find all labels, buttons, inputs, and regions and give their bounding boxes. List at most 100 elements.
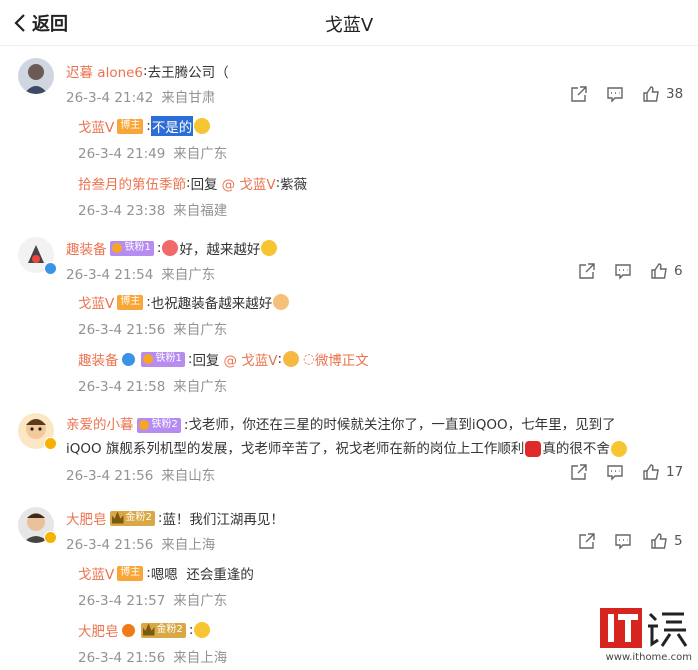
reply-text-line: 戈蓝V 博主 : 不是的 bbox=[78, 116, 211, 136]
reply-text-line: 大肥皂 金粉2 : bbox=[78, 620, 211, 640]
fan-badge: 铁粉2 bbox=[136, 417, 181, 433]
fist-emoji-icon bbox=[283, 351, 300, 367]
comment-meta: 26-3-4 21:56 来自山东 bbox=[66, 464, 215, 484]
timestamp: 26-3-4 21:58 bbox=[78, 379, 166, 395]
reply-meta: 26-3-4 23:38 来自福建 bbox=[78, 199, 227, 219]
verified-badge-icon bbox=[44, 437, 57, 450]
username[interactable]: 大肥皂 bbox=[66, 508, 107, 528]
username[interactable]: 拾叁月的第伍季節 bbox=[78, 173, 186, 193]
reply-text-line: 戈蓝V 博主 : 嗯嗯 还会重逢的 bbox=[78, 563, 254, 583]
location: 来自上海 bbox=[161, 537, 216, 553]
username[interactable]: 戈蓝V bbox=[78, 116, 114, 136]
username[interactable]: 趣装备 bbox=[78, 349, 119, 369]
timestamp: 26-3-4 23:38 bbox=[78, 203, 166, 219]
username[interactable]: 戈蓝V bbox=[78, 292, 114, 312]
mention[interactable]: @ 戈蓝V bbox=[222, 173, 276, 193]
verified-badge-icon bbox=[121, 352, 135, 366]
weibo-link-icon: ◌ bbox=[303, 351, 315, 367]
verified-badge-icon bbox=[44, 531, 57, 544]
gold-fan-badge: 金粉2 bbox=[140, 622, 186, 638]
host-badge: 博主 bbox=[117, 118, 144, 134]
like-count: 6 bbox=[674, 263, 683, 279]
comment-meta: 26-3-4 21:54 来自广东 bbox=[66, 263, 215, 283]
like-icon[interactable] bbox=[650, 262, 668, 280]
reply-word: 回复 bbox=[192, 353, 220, 369]
fan-badge: 铁粉1 bbox=[140, 351, 185, 367]
comment-text-line1: 戈老师，你还在三星的时候就关注你了，一直到iQOO，七年里，见到了 bbox=[188, 417, 616, 433]
comment-text: 好，越来越好 bbox=[179, 242, 261, 258]
location: 来自上海 bbox=[173, 650, 228, 666]
comment-text: 蓝！我们江湖再见！ bbox=[162, 512, 284, 528]
location: 来自广东 bbox=[161, 267, 216, 283]
comment-text-line: 大肥皂 金粉2 : 蓝！我们江湖再见！ bbox=[66, 508, 284, 528]
fan-badge: 铁粉1 bbox=[109, 240, 154, 256]
comment-text-line2: iQOO 旗舰系列机型的发展，戈老师辛苦了，祝戈老师在新的岗位上工作顺利 bbox=[66, 441, 525, 457]
location: 来自广东 bbox=[173, 593, 228, 609]
comment-text-line: 趣装备 铁粉1 : 好，越来越好 bbox=[66, 238, 278, 258]
comment-icon[interactable] bbox=[614, 532, 632, 550]
comment-icon[interactable] bbox=[606, 463, 624, 481]
timestamp: 26-3-4 21:49 bbox=[78, 146, 166, 162]
location: 来自山东 bbox=[161, 468, 216, 484]
timestamp: 26-3-4 21:56 bbox=[66, 468, 154, 484]
location: 来自广东 bbox=[173, 379, 228, 395]
ithome-logo bbox=[600, 604, 690, 650]
reply-word: 回复 bbox=[190, 177, 218, 193]
username[interactable]: 戈蓝V bbox=[78, 563, 114, 583]
page-title: 戈蓝V bbox=[324, 15, 374, 36]
comment-icon[interactable] bbox=[614, 262, 632, 280]
pray-emoji-icon bbox=[273, 294, 290, 310]
reply-text-line: 趣装备 铁粉1 : 回复 @ 戈蓝V: ◌ 微博正文 bbox=[78, 349, 369, 369]
reply-text: 也祝趣装备越来越好 bbox=[150, 296, 273, 312]
host-badge: 博主 bbox=[117, 294, 144, 310]
watermark-url: www.ithome.com bbox=[605, 652, 692, 663]
gold-fan-badge: 金粉2 bbox=[109, 510, 155, 526]
avatar[interactable] bbox=[18, 58, 54, 94]
weibo-post-link[interactable]: 微博正文 bbox=[315, 349, 369, 369]
share-icon[interactable] bbox=[578, 532, 596, 550]
top-bar: 返回 戈蓝V bbox=[0, 0, 698, 46]
mention[interactable]: @ 戈蓝V bbox=[223, 349, 277, 369]
reply-text: 紫薇 bbox=[280, 177, 308, 193]
like-icon[interactable] bbox=[650, 532, 668, 550]
heart-emoji-icon bbox=[525, 441, 542, 457]
verified-badge-icon bbox=[44, 262, 57, 275]
verified-badge-icon bbox=[121, 623, 135, 637]
comment-meta: 26-3-4 21:42 来自甘肃 bbox=[66, 86, 215, 106]
like-count: 17 bbox=[666, 464, 684, 480]
timestamp: 26-3-4 21:56 bbox=[78, 322, 166, 338]
like-icon[interactable] bbox=[642, 85, 660, 103]
timestamp: 26-3-4 21:54 bbox=[66, 267, 154, 283]
reply-meta: 26-3-4 21:57 来自广东 bbox=[78, 589, 227, 609]
timestamp: 26-3-4 21:57 bbox=[78, 593, 166, 609]
share-icon[interactable] bbox=[578, 262, 596, 280]
username[interactable]: 迟暮 alone6 bbox=[66, 61, 143, 81]
reply-text-line: 拾叁月的第伍季節: 回复 @ 戈蓝V: 紫薇 bbox=[78, 173, 308, 193]
reply-meta: 26-3-4 21:58 来自广东 bbox=[78, 375, 227, 395]
location: 来自广东 bbox=[173, 146, 228, 162]
reply-meta: 26-3-4 21:49 来自广东 bbox=[78, 142, 227, 162]
location: 来自广东 bbox=[173, 322, 228, 338]
username[interactable]: 趣装备 bbox=[66, 238, 107, 258]
comment-actions: 17 bbox=[552, 463, 683, 481]
timestamp: 26-3-4 21:56 bbox=[78, 650, 166, 666]
timestamp: 26-3-4 21:56 bbox=[66, 537, 154, 553]
share-icon[interactable] bbox=[570, 85, 588, 103]
comment-actions: 38 bbox=[552, 85, 683, 103]
comment-text: 去王腾公司（ bbox=[147, 65, 229, 81]
reply-text-line: 戈蓝V 博主 : 也祝趣装备越来越好 bbox=[78, 292, 290, 312]
reply-meta: 26-3-4 21:56 来自上海 bbox=[78, 646, 227, 666]
like-count: 5 bbox=[674, 533, 683, 549]
username[interactable]: 亲爱的小暮 bbox=[66, 417, 134, 433]
smile-emoji-icon bbox=[261, 240, 278, 256]
reply-text: 不是的 bbox=[150, 116, 194, 136]
crying-emoji-icon bbox=[194, 622, 211, 638]
comment-actions: 5 bbox=[560, 532, 690, 550]
like-icon[interactable] bbox=[642, 463, 660, 481]
username[interactable]: 大肥皂 bbox=[78, 620, 119, 640]
comment-text-line: 迟暮 alone6: 去王腾公司（ bbox=[66, 61, 229, 81]
comment-icon[interactable] bbox=[606, 85, 624, 103]
share-icon[interactable] bbox=[570, 463, 588, 481]
location: 来自福建 bbox=[173, 203, 228, 219]
reply-meta: 26-3-4 21:56 来自广东 bbox=[78, 318, 227, 338]
